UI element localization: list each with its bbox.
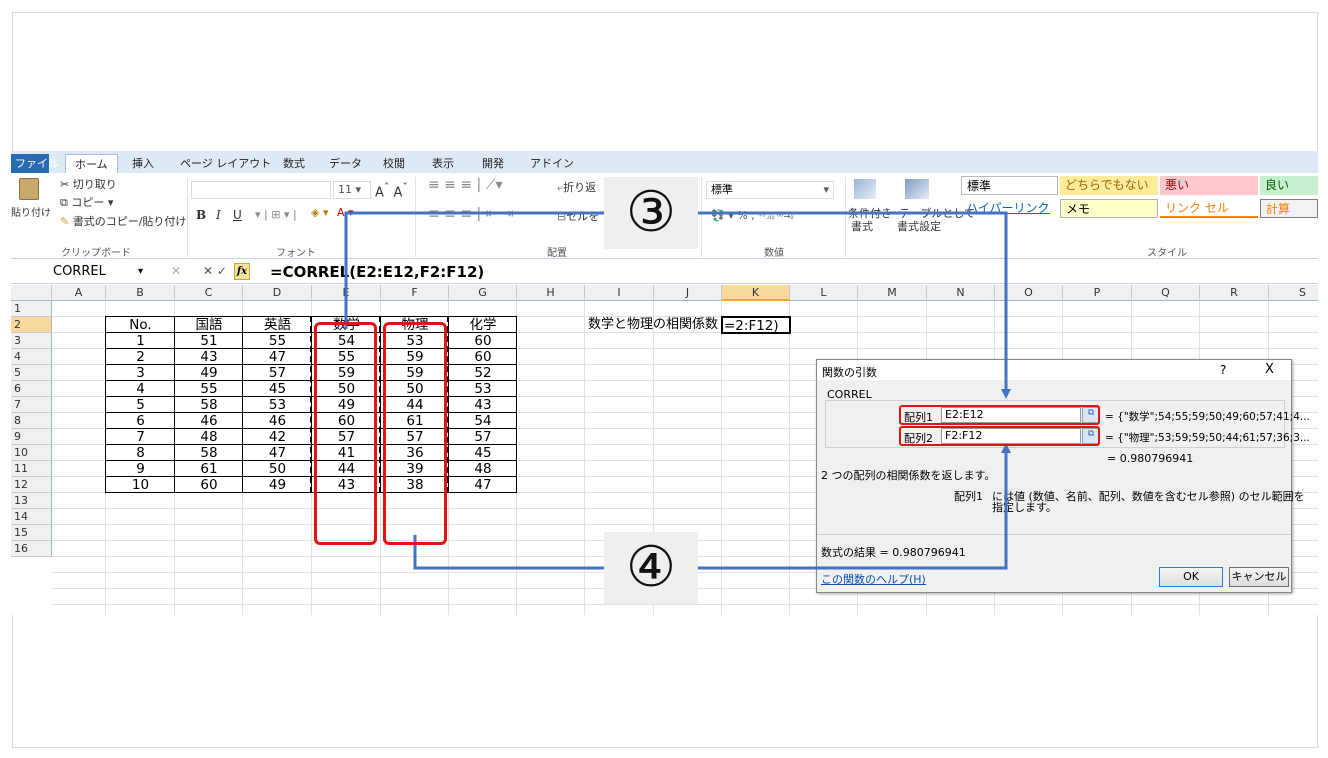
- highlight-math-column: [314, 322, 377, 545]
- highlight-arg1: [899, 405, 1100, 425]
- callout-step-3: ③: [604, 177, 698, 249]
- excel-window: ファイル ホーム 挿入 ページ レイアウト 数式 データ 校閲 表示 開発 アド…: [11, 151, 1318, 615]
- highlight-physics-column: [383, 322, 447, 545]
- callout-step-4: ④: [604, 532, 698, 604]
- highlight-arg2: [899, 426, 1100, 446]
- connector-line-step4: [413, 443, 1011, 570]
